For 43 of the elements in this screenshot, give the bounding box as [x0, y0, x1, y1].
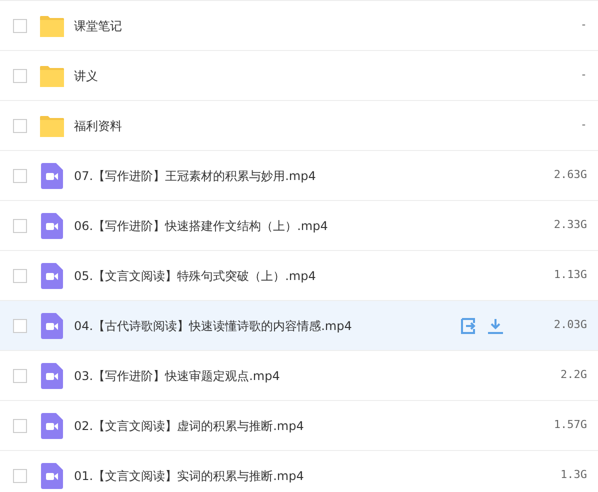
file-name[interactable]: 07.【写作进阶】王冠素材的积累与妙用.mp4	[74, 166, 316, 184]
checkbox[interactable]	[13, 418, 27, 432]
file-size: -	[580, 17, 587, 34]
checkbox[interactable]	[13, 318, 27, 332]
checkbox[interactable]	[13, 68, 27, 82]
file-name[interactable]: 02.【文言文阅读】虚词的积累与推断.mp4	[74, 416, 304, 434]
file-name[interactable]: 05.【文言文阅读】特殊句式突破（上）.mp4	[74, 266, 316, 284]
checkbox[interactable]	[13, 118, 27, 132]
file-size: 2.33G	[554, 217, 587, 234]
file-size: 2.2G	[560, 367, 587, 384]
file-size: -	[580, 117, 587, 134]
file-name[interactable]: 01.【文言文阅读】实词的积累与推断.mp4	[74, 466, 304, 484]
video-file-icon	[41, 212, 63, 238]
video-file-icon	[41, 462, 63, 488]
file-row[interactable]: 04.【古代诗歌阅读】快速读懂诗歌的内容情感.mp4 2.03G	[0, 301, 598, 351]
video-file-icon	[41, 262, 63, 288]
checkbox[interactable]	[13, 368, 27, 382]
folder-icon	[40, 114, 64, 136]
checkbox[interactable]	[13, 168, 27, 182]
checkbox[interactable]	[13, 268, 27, 282]
file-name[interactable]: 06.【写作进阶】快速搭建作文结构（上）.mp4	[74, 216, 328, 234]
download-icon[interactable]	[486, 318, 504, 334]
file-size: 2.03G	[554, 317, 587, 334]
file-size: 1.57G	[554, 417, 587, 434]
share-icon[interactable]	[460, 318, 478, 334]
video-file-icon	[41, 162, 63, 188]
file-size: -	[580, 67, 587, 84]
checkbox[interactable]	[13, 468, 27, 482]
file-name[interactable]: 讲义	[74, 66, 98, 84]
file-size: 1.13G	[554, 267, 587, 284]
video-file-icon	[41, 412, 63, 438]
video-file-icon	[41, 312, 63, 338]
file-name[interactable]: 03.【写作进阶】快速审题定观点.mp4	[74, 366, 280, 384]
folder-icon	[40, 14, 64, 36]
file-name[interactable]: 福利资料	[74, 116, 122, 134]
file-name[interactable]: 04.【古代诗歌阅读】快速读懂诗歌的内容情感.mp4	[74, 316, 352, 334]
folder-icon	[40, 64, 64, 86]
checkbox[interactable]	[13, 218, 27, 232]
video-file-icon	[41, 362, 63, 388]
file-size: 2.63G	[554, 167, 587, 184]
file-size: 1.3G	[560, 467, 587, 484]
file-name[interactable]: 课堂笔记	[74, 16, 122, 34]
checkbox[interactable]	[13, 18, 27, 32]
